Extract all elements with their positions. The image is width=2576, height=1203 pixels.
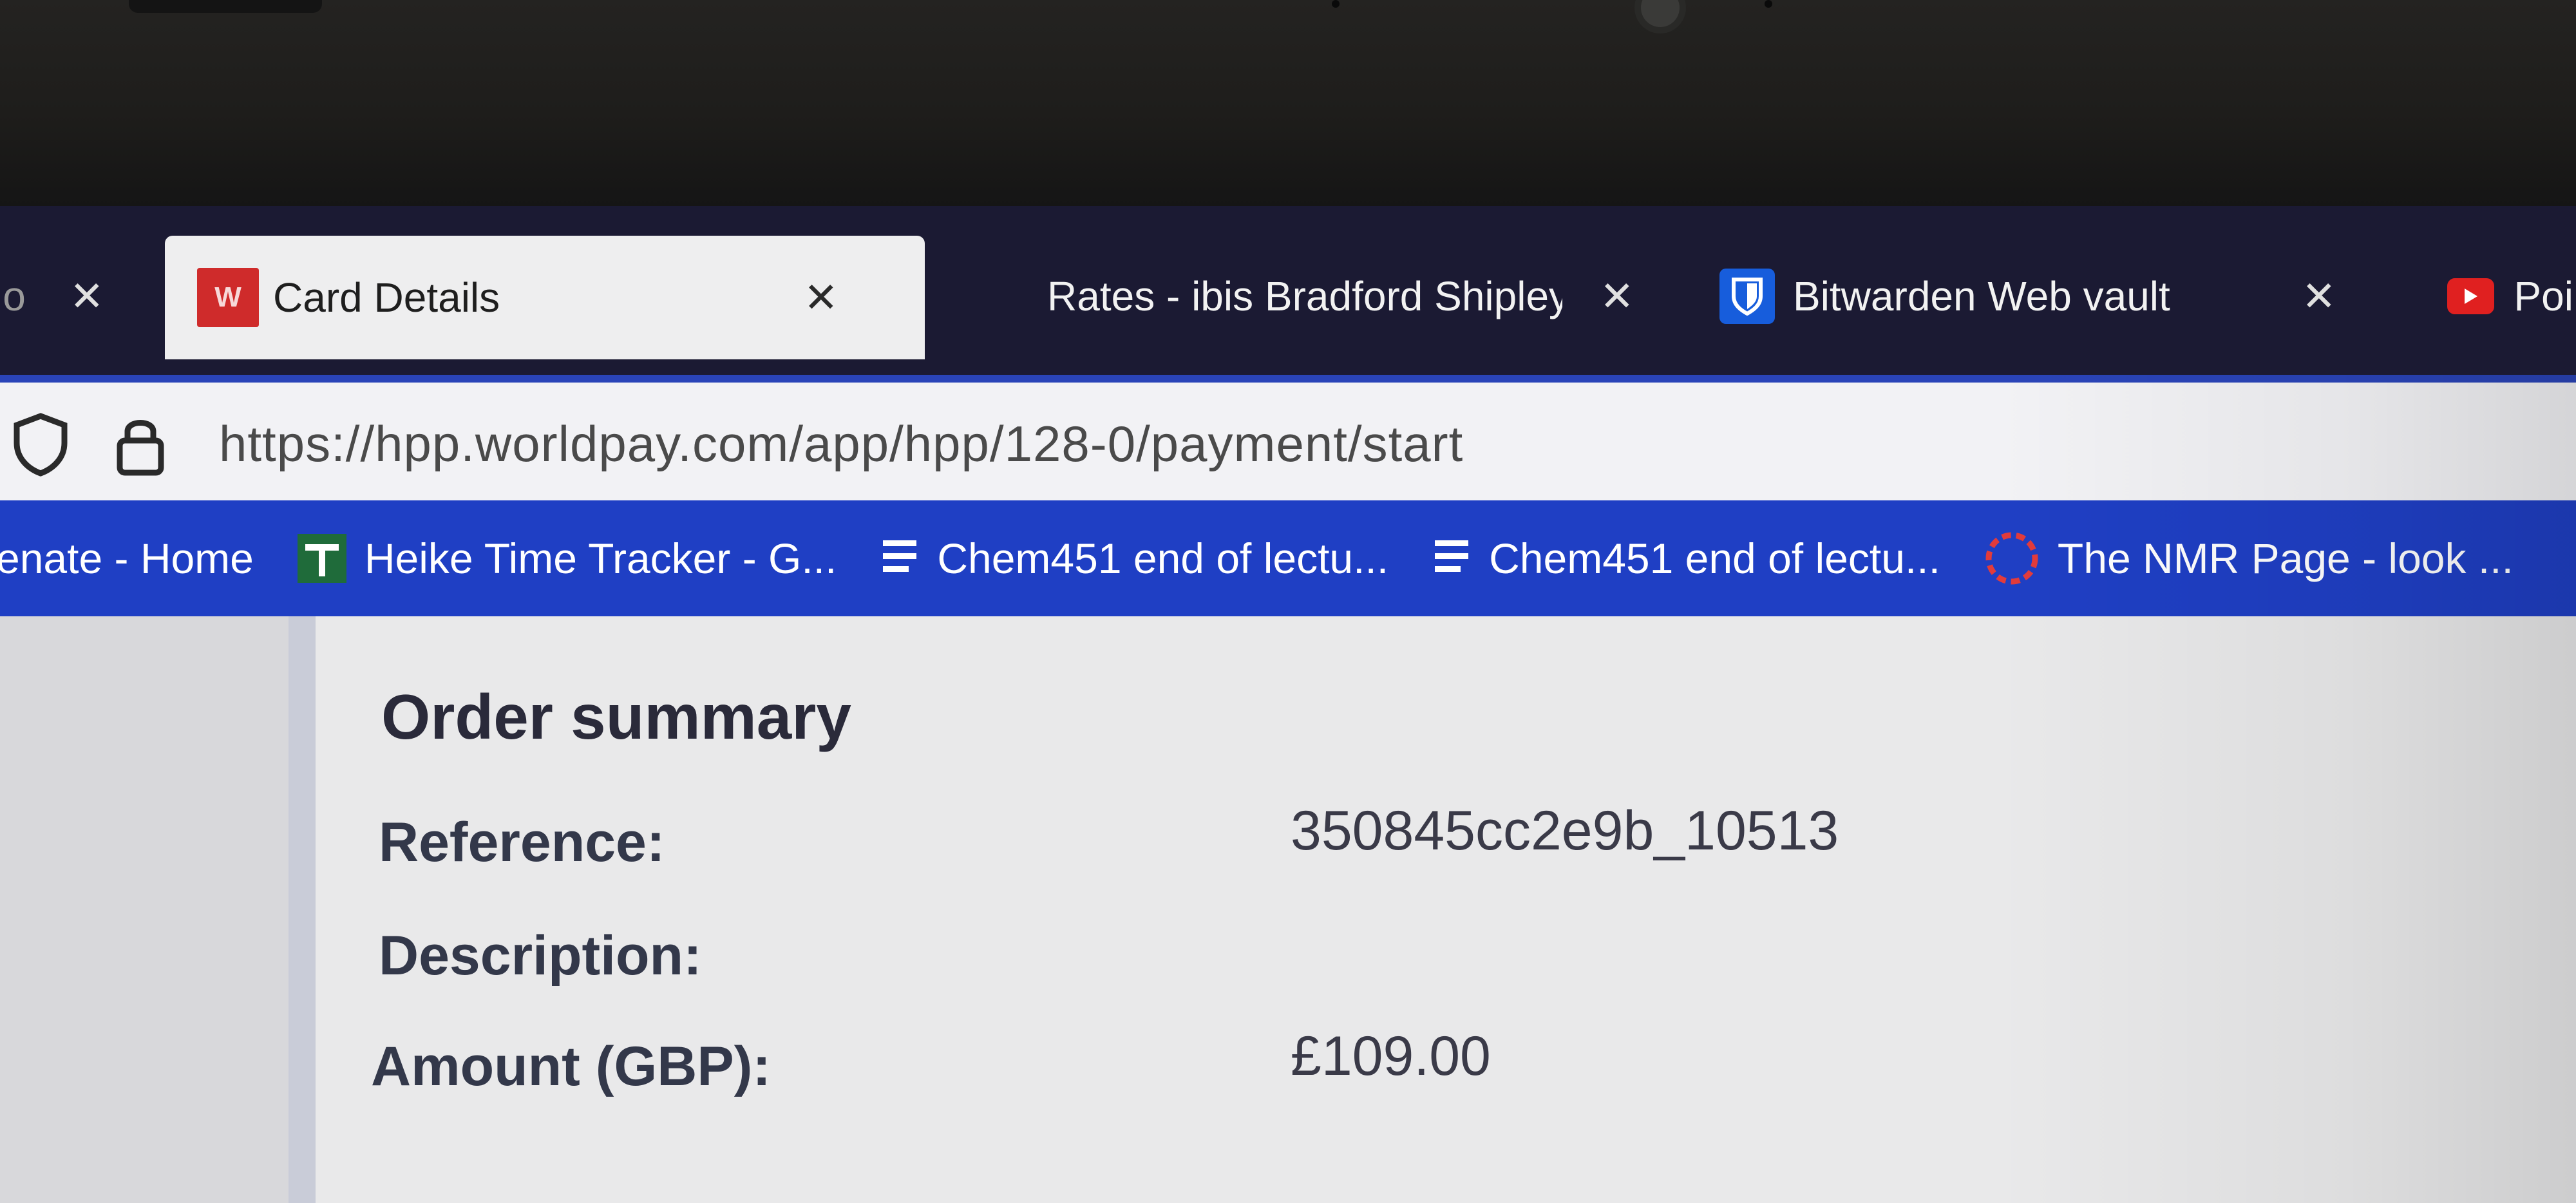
reference-label: Reference: <box>379 811 665 873</box>
tab-label: lo <box>0 273 26 319</box>
youtube-icon <box>2447 278 2495 314</box>
bezel-notch <box>129 0 322 13</box>
bookmark-label: Chem451 end of lectu... <box>1489 535 1940 582</box>
bookmark-label: Heike Time Tracker - G... <box>364 535 837 582</box>
url-icons <box>12 412 166 480</box>
tab-label: Rates - ibis Bradford Shipley <box>1047 273 1562 319</box>
tab-card-details[interactable]: W Card Details ✕ <box>165 236 925 359</box>
worldpay-icon: W <box>197 268 259 327</box>
panel-border <box>289 616 316 1203</box>
bezel-dot <box>1332 0 1340 8</box>
description-label: Description: <box>379 925 702 987</box>
tab-partial-left[interactable]: lo ✕ <box>0 238 148 354</box>
amount-label: Amount (GBP): <box>371 1036 771 1097</box>
bitwarden-icon <box>1719 269 1775 324</box>
url-field[interactable]: https://hpp.worldpay.com/app/hpp/128-0/p… <box>219 415 1463 473</box>
page-content: Order summary Reference: 350845cc2e9b_10… <box>0 616 2576 1203</box>
bookmarks-bar: enate - Home Heike Time Tracker - G... C… <box>0 500 2576 616</box>
bookmark-chem451-1[interactable]: Chem451 end of lectu... <box>879 533 1388 584</box>
bookmark-enate-home[interactable]: enate - Home <box>0 534 254 583</box>
bookmark-heike-time-tracker[interactable]: Heike Time Tracker - G... <box>296 533 837 584</box>
amount-value: £109.00 <box>1291 1025 1491 1087</box>
bookmark-label: enate - Home <box>0 535 254 582</box>
tab-label: Card Details <box>273 274 500 321</box>
shield-icon[interactable] <box>12 412 70 480</box>
close-icon[interactable]: ✕ <box>2302 276 2336 317</box>
tab-strip: lo ✕ W Card Details ✕ Rates - ibis Bradf… <box>0 206 2576 375</box>
close-icon[interactable]: ✕ <box>804 277 838 318</box>
nmr-icon <box>1983 529 2041 587</box>
bezel-dot <box>1765 0 1772 8</box>
order-summary-title: Order summary <box>381 681 851 752</box>
bookmark-label: Chem451 end of lectu... <box>937 535 1389 582</box>
bookmark-label: The NMR Page - look ... <box>2057 535 2514 582</box>
bookmark-nmr-page[interactable]: The NMR Page - look ... <box>1983 529 2514 587</box>
lock-icon[interactable] <box>115 412 166 480</box>
close-icon[interactable]: ✕ <box>1600 276 1634 317</box>
docs-icon <box>879 533 920 584</box>
bookmark-chem451-2[interactable]: Chem451 end of lectu... <box>1431 533 1940 584</box>
close-icon[interactable]: ✕ <box>70 276 104 317</box>
docs-icon <box>1431 533 1472 584</box>
tab-rates-ibis[interactable]: Rates - ibis Bradford Shipley ✕ <box>1047 238 1646 354</box>
sheets-icon <box>296 533 348 584</box>
reference-value: 350845cc2e9b_10513 <box>1291 800 1839 862</box>
tab-bitwarden[interactable]: Bitwarden Web vault ✕ <box>1719 238 2370 354</box>
page-margin <box>0 616 303 1203</box>
tab-label: Poi <box>2514 273 2573 319</box>
tab-partial-right[interactable]: Poi <box>2447 238 2576 354</box>
laptop-bezel <box>0 0 2576 206</box>
address-bar: https://hpp.worldpay.com/app/hpp/128-0/p… <box>0 375 2576 508</box>
tab-label: Bitwarden Web vault <box>1793 273 2170 319</box>
webcam <box>1641 0 1680 27</box>
